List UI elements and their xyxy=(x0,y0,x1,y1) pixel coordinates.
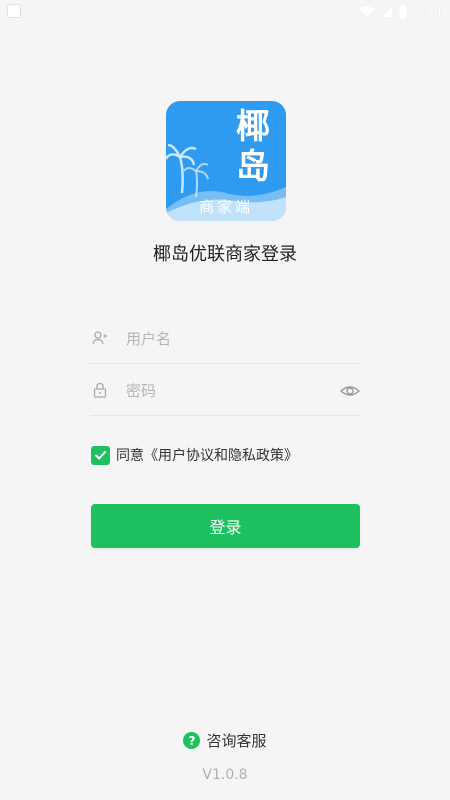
agreement-link[interactable]: 《用户协议和隐私政策》 xyxy=(144,448,298,464)
lock-icon xyxy=(93,382,107,398)
agreement-prefix: 同意 xyxy=(116,448,144,464)
check-icon xyxy=(95,450,106,459)
status-bar: 5:34 xyxy=(0,0,450,24)
status-time: 5:34 xyxy=(412,4,442,20)
signal-icon xyxy=(381,7,392,17)
password-field xyxy=(90,366,360,416)
version-label: V1.0.8 xyxy=(202,767,248,783)
notification-icon xyxy=(8,5,20,17)
customer-service-link[interactable]: ? 咨询客服 xyxy=(0,730,450,751)
logo-line1: 椰 xyxy=(236,107,270,147)
password-input[interactable] xyxy=(126,376,326,406)
logo-subtitle: 商家端 xyxy=(198,198,253,216)
agree-checkbox[interactable] xyxy=(91,445,110,465)
eye-icon[interactable] xyxy=(340,381,360,401)
logo-line2: 岛 xyxy=(236,147,270,187)
logo-text: 椰 岛 xyxy=(166,107,286,187)
question-circle-icon: ? xyxy=(183,732,201,749)
login-page: 5:34 椰 岛 商家端 椰岛优联商家登录 用户名 同意《用户协议和隐私政策》 … xyxy=(0,0,450,800)
username-input[interactable] xyxy=(126,324,326,354)
battery-icon xyxy=(399,5,407,19)
app-logo: 椰 岛 商家端 xyxy=(166,101,286,221)
status-icons: 5:34 xyxy=(359,2,442,22)
user-icon xyxy=(92,331,107,345)
page-title: 椰岛优联商家登录 xyxy=(153,244,297,265)
wifi-icon xyxy=(359,6,375,17)
agreement-row: 同意《用户协议和隐私政策》 xyxy=(91,444,298,466)
username-field xyxy=(90,314,360,364)
login-button[interactable]: 登录 xyxy=(91,504,360,548)
agreement-text: 同意《用户协议和隐私政策》 xyxy=(116,445,298,465)
customer-service-label: 咨询客服 xyxy=(206,732,267,750)
